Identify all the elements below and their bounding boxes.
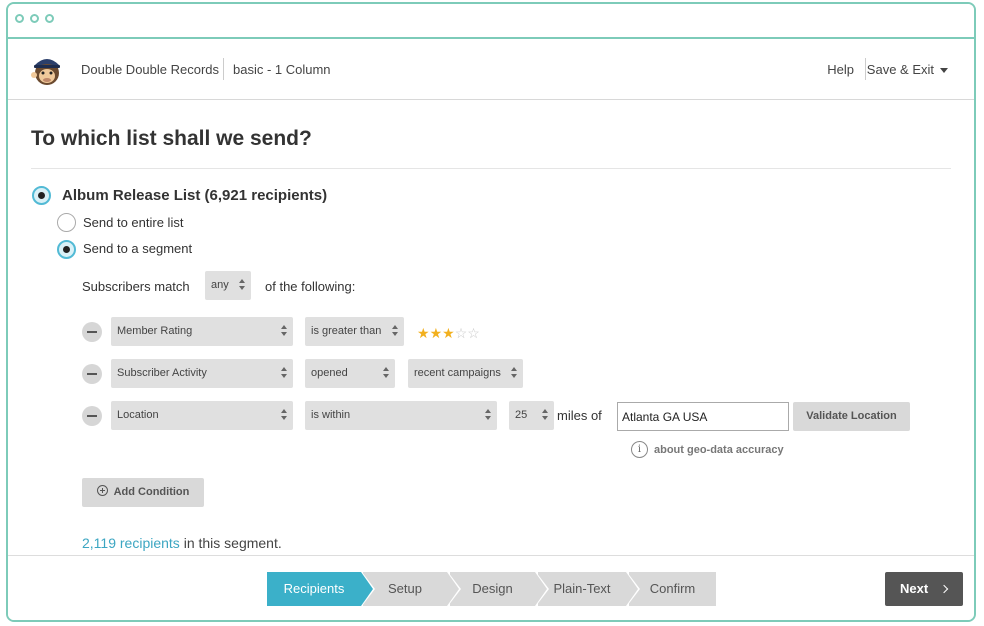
app-window: Double Double Records basic - 1 Column H… [6,2,976,622]
select-arrows-icon [485,409,492,422]
step-arrow [626,572,638,606]
list-radio[interactable] [32,186,51,205]
match-prefix-label: Subscribers match [82,279,190,294]
step-label: Recipients [283,581,345,596]
info-icon[interactable]: i [631,441,648,458]
select-arrows-icon [281,409,288,422]
step-arrow [447,572,459,606]
step-recipients[interactable]: Recipients [267,572,375,606]
condition-field-select[interactable]: Member Rating [111,317,293,346]
condition-value-select[interactable]: recent campaigns [408,359,523,388]
condition-operator-value: opened [311,367,348,379]
next-button[interactable]: Next [885,572,963,606]
select-arrows-icon [511,367,518,380]
step-label: Setup [388,581,422,596]
segment-count: 2,119 recipients in this segment. [82,535,282,551]
location-input[interactable] [617,402,789,431]
condition-field-value: Location [117,409,159,421]
star-filled-icon[interactable]: ★ [430,325,443,341]
chevron-down-icon [940,68,948,74]
chevron-right-icon [939,584,949,594]
match-select-value: any [211,279,229,291]
send-entire-list-label: Send to entire list [83,215,184,230]
step-setup[interactable]: Setup [363,572,461,606]
condition-operator-select[interactable]: opened [305,359,395,388]
step-arrow [535,572,547,606]
page-title: To which list shall we send? [31,127,312,150]
match-select[interactable]: any [205,271,251,300]
validate-location-button[interactable]: Validate Location [793,402,910,431]
segment-count-suffix: in this segment. [183,535,282,551]
star-empty-icon[interactable]: ☆ [467,325,480,341]
app-header: Double Double Records basic - 1 Column H… [8,39,974,100]
star-empty-icon[interactable]: ☆ [455,325,468,341]
condition-field-value: Member Rating [117,325,193,337]
send-segment-radio[interactable] [57,240,76,259]
match-suffix-label: of the following: [265,279,356,294]
condition-operator-select[interactable]: is within [305,401,497,430]
remove-condition-button[interactable] [82,406,102,426]
window-zoom-dot[interactable] [45,14,54,23]
member-rating-stars[interactable]: ★★★☆☆ [417,325,480,342]
select-arrows-icon [281,325,288,338]
star-filled-icon[interactable]: ★ [442,325,455,341]
save-exit-menu[interactable]: Save & Exit [867,62,948,77]
send-segment-label: Send to a segment [83,241,193,256]
segment-count-link[interactable]: 2,119 recipients [82,535,180,551]
geo-accuracy-link[interactable]: about geo-data accuracy [654,444,784,456]
remove-condition-button[interactable] [82,322,102,342]
step-label: Plain-Text [553,581,611,596]
miles-of-label: miles of [557,408,602,423]
help-link[interactable]: Help [827,62,854,77]
step-label: Design [472,581,513,596]
distance-value: 25 [515,409,528,421]
window-close-dot[interactable] [15,14,24,23]
select-arrows-icon [281,367,288,380]
add-condition-label: Add Condition [113,486,190,498]
select-arrows-icon [239,279,246,292]
step-design[interactable]: Design [450,572,549,606]
select-arrows-icon [542,409,549,422]
star-filled-icon[interactable]: ★ [417,325,430,341]
step-arrow [361,572,373,606]
header-divider [223,58,224,80]
step-plain-text[interactable]: Plain-Text [538,572,640,606]
step-confirm[interactable]: Confirm [629,572,716,606]
send-entire-list-radio[interactable] [57,213,76,232]
condition-field-select[interactable]: Subscriber Activity [111,359,293,388]
plus-circle-icon [96,485,108,496]
next-label: Next [900,581,929,596]
condition-operator-select[interactable]: is greater than [305,317,404,346]
condition-operator-value: is within [311,409,351,421]
condition-field-select[interactable]: Location [111,401,293,430]
window-minimize-dot[interactable] [30,14,39,23]
add-condition-button[interactable]: Add Condition [82,478,204,507]
condition-value-value: recent campaigns [414,367,501,379]
step-label: Confirm [649,581,696,596]
select-arrows-icon [392,325,399,338]
title-bar [8,4,974,39]
select-arrows-icon [383,367,390,380]
mailchimp-monkey-icon[interactable] [30,53,64,87]
title-divider [31,168,951,169]
condition-operator-value: is greater than [311,325,382,337]
save-exit-label: Save & Exit [866,62,934,77]
template-name: basic - 1 Column [233,62,331,77]
wizard-footer: Recipients Setup Design Plain-Text Confi… [8,555,974,620]
remove-condition-button[interactable] [82,364,102,384]
campaign-name: Double Double Records [81,62,220,77]
list-label: Album Release List (6,921 recipients) [62,187,328,204]
condition-field-value: Subscriber Activity [117,367,207,379]
distance-select[interactable]: 25 [509,401,554,430]
